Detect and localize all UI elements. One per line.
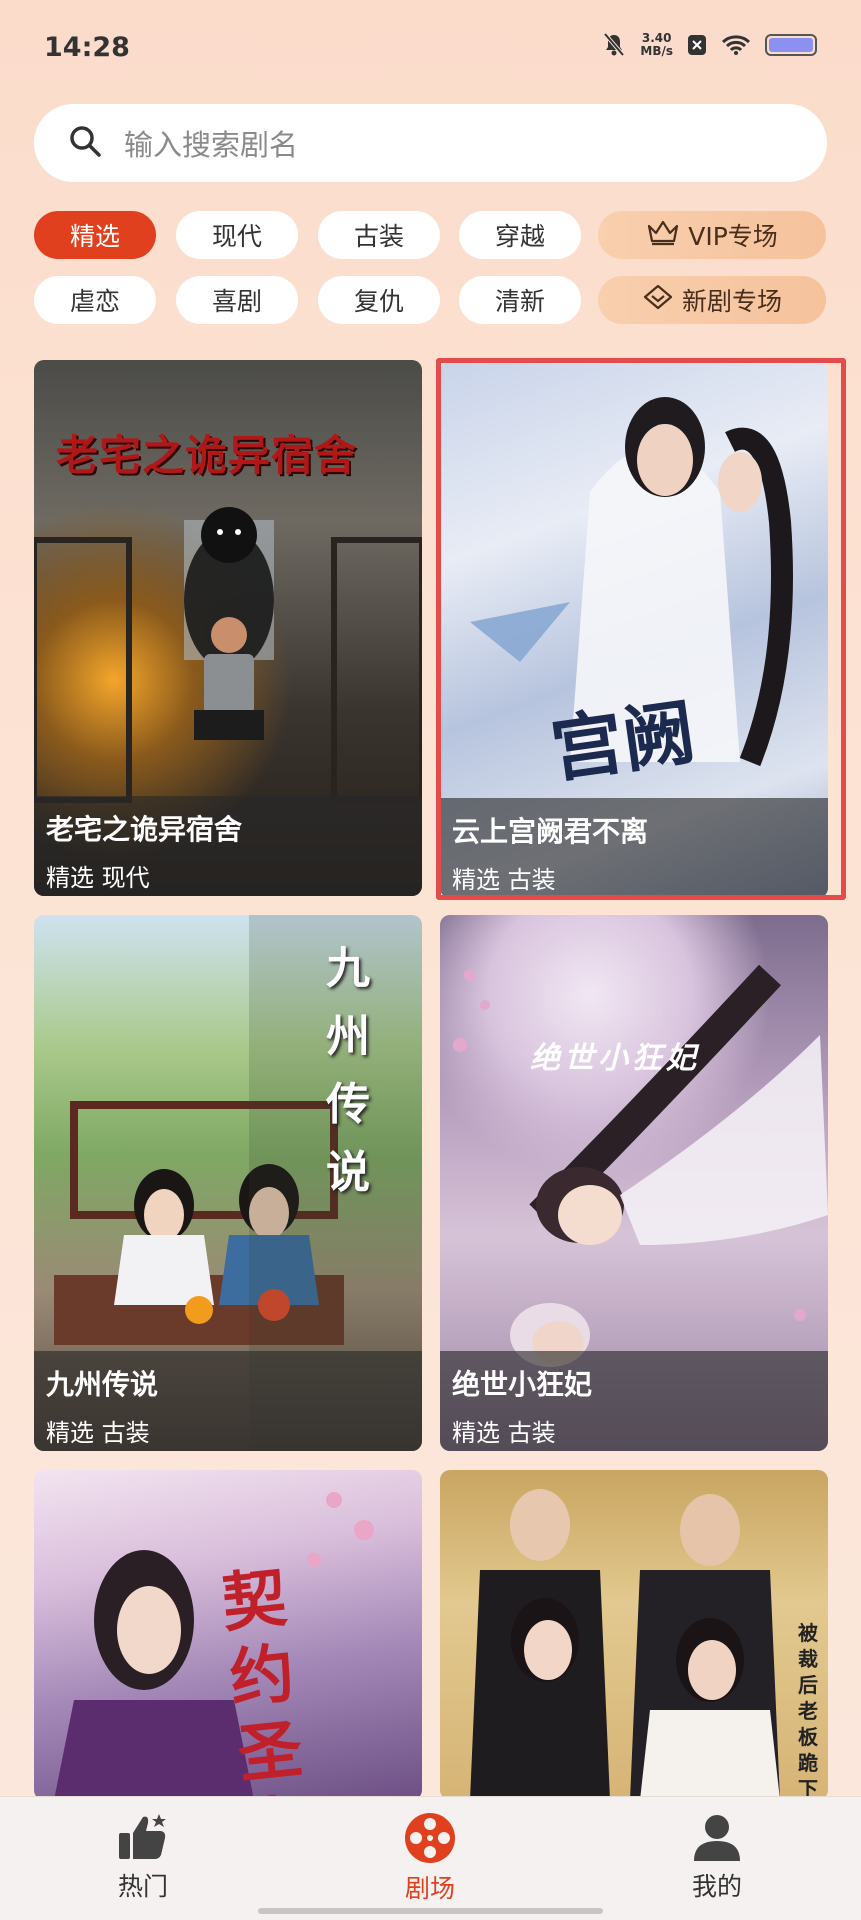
bell-muted-icon	[602, 32, 626, 58]
crown-icon	[646, 218, 680, 252]
search-placeholder: 输入搜索剧名	[124, 128, 299, 162]
chip-tragic-romance[interactable]: 虐恋	[34, 276, 156, 324]
poster-title-art: 绝世小狂妃	[530, 1041, 700, 1076]
status-time: 14:28	[44, 32, 130, 63]
bottom-nav: 热门 剧场 我的	[0, 1796, 861, 1920]
drama-card[interactable]: 契约圣女	[34, 1470, 422, 1800]
search-icon	[68, 124, 124, 162]
poster-title-art: 九州传说	[326, 943, 370, 1198]
chip-costume[interactable]: 古装	[318, 211, 440, 259]
nav-theater[interactable]: 剧场	[370, 1811, 490, 1905]
selection-highlight	[436, 358, 846, 900]
card-title: 九州传说	[46, 1368, 159, 1401]
chip-new-drama[interactable]: 新剧专场	[598, 276, 826, 324]
status-bar: 14:28 3.40 MB/s	[0, 0, 861, 100]
card-tags: 精选 古装	[46, 1419, 150, 1447]
net-speed-unit: MB/s	[640, 44, 673, 58]
poster-title-art: 被裁后老板跪下求	[798, 1621, 818, 1800]
chip-vip[interactable]: VIP专场	[598, 211, 826, 259]
drama-card[interactable]: 九州传说 九州传说 精选 古装	[34, 915, 422, 1451]
drama-card[interactable]: 老宅之诡异宿舍 老宅之诡异宿舍 精选 现代	[34, 360, 422, 896]
battery-icon	[765, 34, 817, 56]
status-icons: 3.40 MB/s	[602, 32, 817, 58]
nav-theater-label: 剧场	[404, 1874, 455, 1903]
nav-hot-label: 热门	[117, 1872, 168, 1901]
chip-fresh[interactable]: 清新	[459, 276, 581, 324]
poster-image: 被裁后老板跪下求	[440, 1470, 828, 1800]
thumbs-up-icon	[83, 1811, 203, 1863]
nav-hot[interactable]: 热门	[83, 1811, 203, 1903]
diamond-icon	[642, 283, 674, 317]
film-reel-icon	[370, 1811, 490, 1865]
nav-mine[interactable]: 我的	[657, 1811, 777, 1903]
drama-card[interactable]: 被裁后老板跪下求	[440, 1470, 828, 1800]
chip-featured[interactable]: 精选	[34, 211, 156, 259]
card-title: 绝世小狂妃	[452, 1368, 593, 1401]
poster-image: 契约圣女	[34, 1470, 422, 1800]
chip-new-drama-label: 新剧专场	[681, 287, 782, 316]
nav-mine-label: 我的	[691, 1872, 742, 1901]
home-indicator[interactable]	[258, 1908, 603, 1914]
drama-card[interactable]: 绝世小狂妃 绝世小狂妃 精选 古装	[440, 915, 828, 1451]
wifi-icon	[721, 34, 751, 56]
chip-revenge[interactable]: 复仇	[318, 276, 440, 324]
card-title: 老宅之诡异宿舍	[46, 813, 243, 846]
net-speed: 3.40 MB/s	[640, 32, 673, 58]
card-tags: 精选 古装	[452, 1419, 556, 1447]
chip-time-travel[interactable]: 穿越	[459, 211, 581, 259]
chip-vip-label: VIP专场	[688, 222, 778, 251]
card-caption: 老宅之诡异宿舍 精选 现代	[34, 796, 422, 896]
search-input[interactable]: 输入搜索剧名	[34, 104, 827, 182]
poster-title-art: 老宅之诡异宿舍	[56, 431, 358, 480]
close-badge-icon	[687, 34, 707, 56]
chip-modern[interactable]: 现代	[176, 211, 298, 259]
user-icon	[657, 1811, 777, 1863]
card-caption: 九州传说 精选 古装	[34, 1351, 422, 1451]
card-caption: 绝世小狂妃 精选 古装	[440, 1351, 828, 1451]
chip-comedy[interactable]: 喜剧	[176, 276, 298, 324]
card-tags: 精选 现代	[46, 864, 150, 892]
